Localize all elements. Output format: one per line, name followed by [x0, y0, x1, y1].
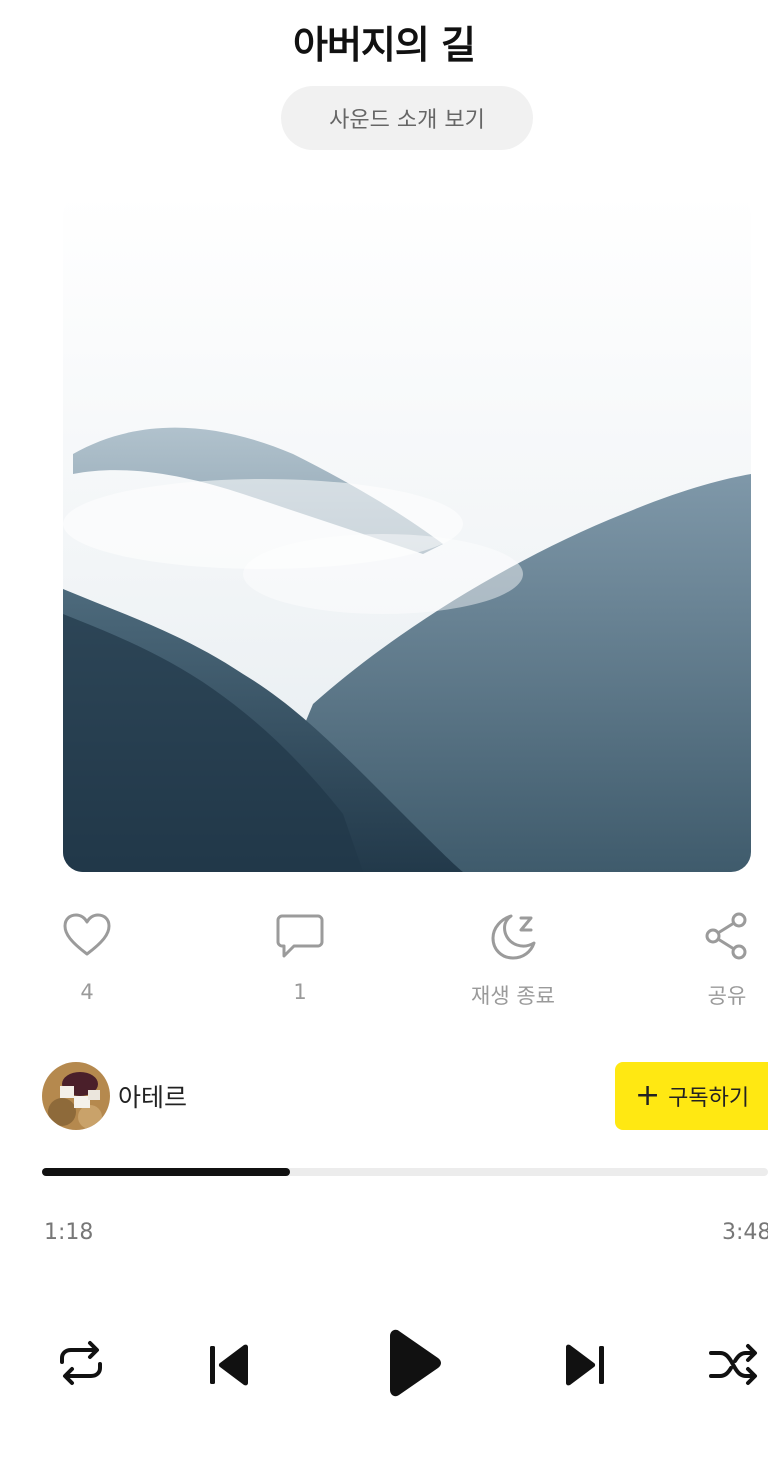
action-bar: 4 1 재생 종료 공유: [0, 910, 768, 1020]
progress-fill: [42, 1168, 291, 1176]
play-button[interactable]: [384, 1328, 444, 1402]
skip-next-icon: [566, 1344, 604, 1386]
sleep-timer-label: 재생 종료: [471, 984, 555, 1008]
sound-intro-label: 사운드 소개 보기: [329, 108, 485, 133]
sleep-timer-icon: [491, 914, 536, 960]
shuffle-icon: [709, 1344, 757, 1385]
skip-previous-icon: [210, 1344, 248, 1386]
heart-icon: [63, 913, 111, 956]
comment-icon: [276, 914, 324, 958]
previous-button[interactable]: [206, 1342, 252, 1392]
share-icon: [705, 912, 747, 960]
repeat-icon: [60, 1341, 102, 1385]
author-row: 아테르 + 구독하기: [0, 1060, 768, 1132]
total-time: 3:48: [722, 1220, 768, 1245]
subscribe-label: 구독하기: [668, 1086, 750, 1111]
comment-action[interactable]: 1: [225, 910, 375, 1004]
sleep-timer-action[interactable]: 재생 종료: [438, 910, 588, 1010]
next-button[interactable]: [562, 1342, 608, 1392]
sound-intro-button[interactable]: 사운드 소개 보기: [281, 86, 533, 150]
playback-controls: [0, 1320, 768, 1410]
like-action[interactable]: 4: [12, 910, 162, 1004]
like-count: 4: [80, 980, 94, 1004]
progress-bar[interactable]: [42, 1168, 768, 1176]
share-label: 공유: [707, 984, 747, 1008]
author-avatar[interactable]: [42, 1062, 110, 1130]
author-name[interactable]: 아테르: [118, 1078, 187, 1114]
repeat-button[interactable]: [56, 1338, 106, 1392]
current-time: 1:18: [44, 1220, 94, 1245]
play-icon: [390, 1329, 441, 1397]
track-title: 아버지의 길: [292, 23, 476, 67]
plus-icon: +: [635, 1078, 661, 1113]
share-action[interactable]: 공유: [652, 910, 768, 1010]
subscribe-button[interactable]: + 구독하기: [615, 1062, 768, 1130]
album-cover: [63, 194, 751, 872]
shuffle-button[interactable]: [708, 1340, 760, 1394]
comment-count: 1: [293, 980, 307, 1004]
